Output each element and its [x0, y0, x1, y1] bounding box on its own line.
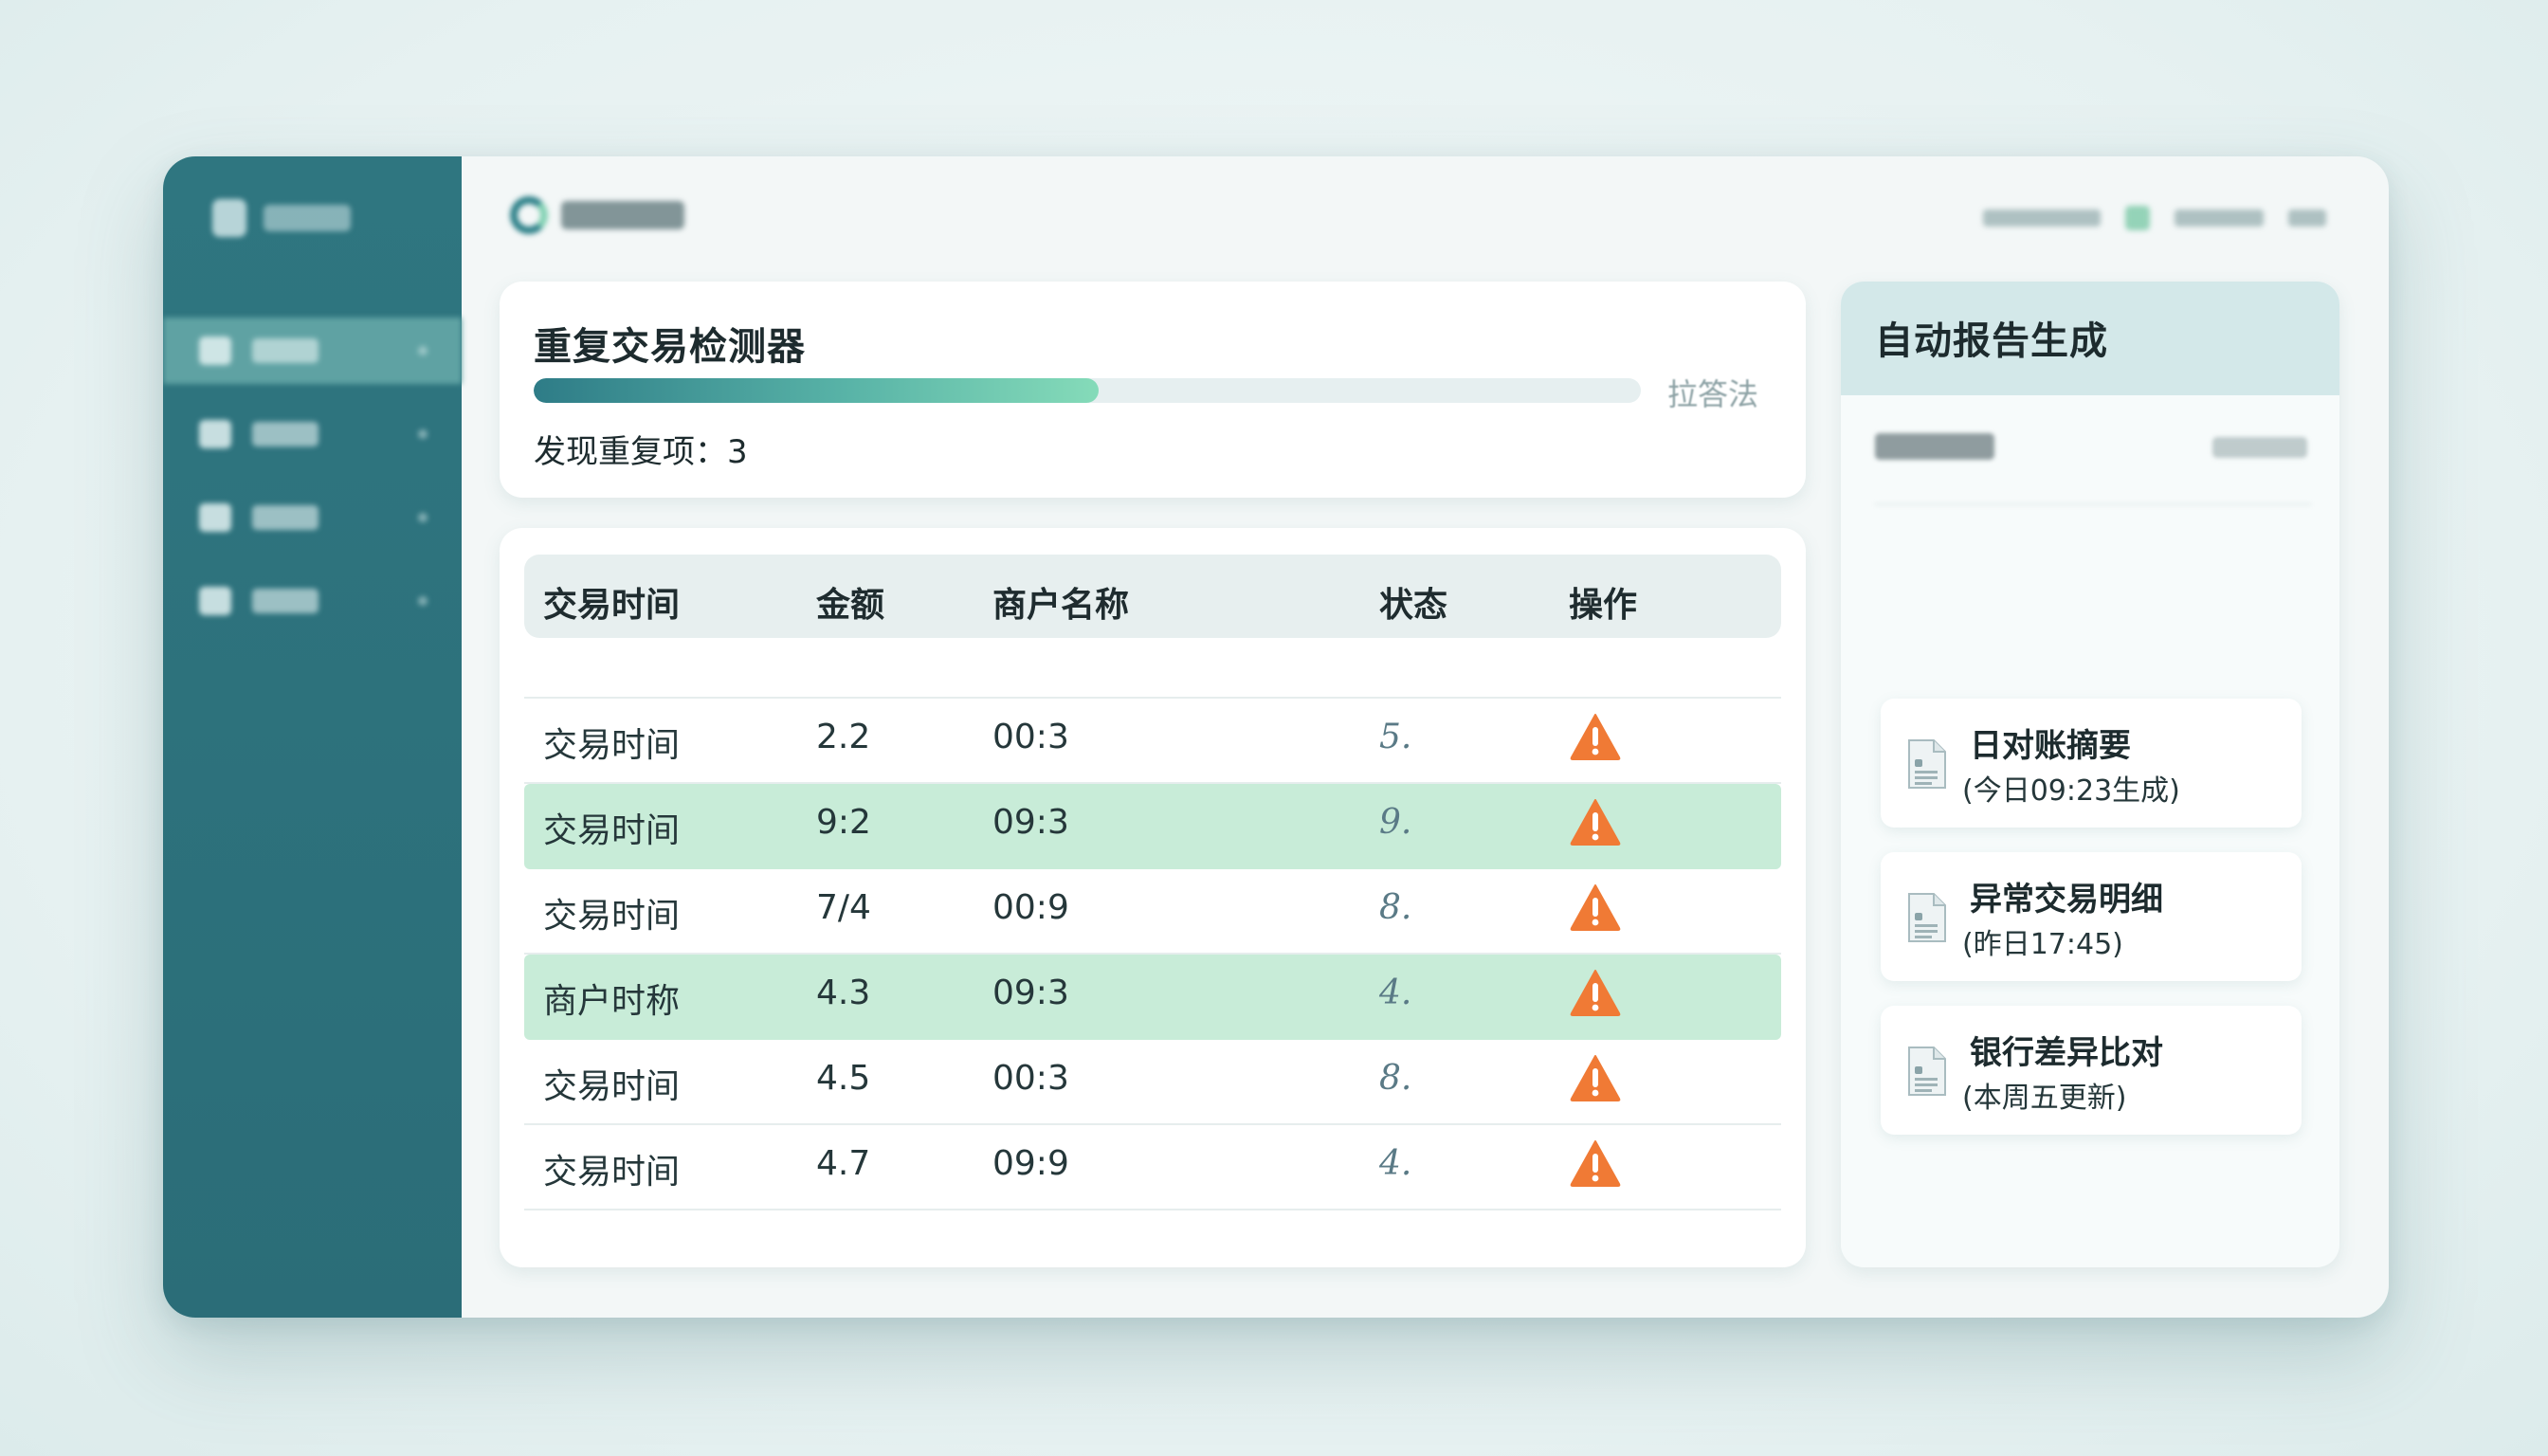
- column-header-time[interactable]: 交易时间: [543, 577, 680, 627]
- nav-icon: [199, 503, 231, 532]
- report-item[interactable]: 异常交易明细 (昨日17:45): [1881, 852, 2302, 981]
- document-icon: [1908, 1046, 1946, 1096]
- cell-merchant: 00:9: [992, 888, 1069, 927]
- cell-amount: 4.3: [816, 974, 871, 1012]
- weekly-summary-label-blurred: [1875, 433, 1994, 460]
- cell-status: 5.: [1379, 718, 1412, 756]
- cell-time: 交易时间: [543, 726, 681, 765]
- brand-name-blurred: [264, 205, 351, 231]
- brand-icon: [212, 199, 246, 237]
- report-panel-title: 自动报告生成: [1875, 319, 2108, 363]
- status-icon: [2125, 206, 2150, 230]
- report-name: 银行差异比对: [1970, 1034, 2163, 1072]
- table-row[interactable]: 交易时间 9:2 09:3 9.: [524, 784, 1781, 869]
- nav-icon: [199, 587, 231, 615]
- cell-time: 交易时间: [543, 1067, 681, 1106]
- cell-time: 商户时称: [543, 982, 681, 1021]
- table-row[interactable]: 交易时间 4.7 09:9 4.: [524, 1125, 1781, 1210]
- topbar-link-blurred[interactable]: [1983, 209, 2101, 227]
- document-icon: [1908, 739, 1946, 789]
- cell-merchant: 00:3: [992, 718, 1069, 756]
- cell-merchant: 09:9: [992, 1144, 1069, 1183]
- nav-icon: [199, 420, 231, 448]
- topbar-user-blurred[interactable]: [2288, 209, 2326, 227]
- chevron-icon: [418, 429, 428, 439]
- auto-report-panel: 自动报告生成 日对账摘要 (今日09:23生成) 异常交易明细 (昨日17:45) 银行…: [1841, 282, 2339, 1267]
- cell-amount: 2.2: [816, 718, 871, 756]
- sidebar-item-1[interactable]: [163, 318, 462, 384]
- table-row[interactable]: 交易时间 2.2 00:3 5.: [524, 697, 1781, 784]
- cell-time: 交易时间: [543, 1153, 681, 1192]
- cell-amount: 9:2: [816, 803, 871, 842]
- cell-merchant: 09:3: [992, 974, 1069, 1012]
- report-timestamp: (本周五更新): [1962, 1082, 2127, 1115]
- app-window: 重复交易检测器 拉答法 发现重复项：3 交易时间 金额 商户名称 状态 操作 交…: [163, 156, 2389, 1318]
- report-item[interactable]: 日对账摘要 (今日09:23生成): [1881, 699, 2302, 828]
- transactions-table-card: 交易时间 金额 商户名称 状态 操作 交易时间 2.2 00:3 5. 交易时间 9:2 0…: [500, 528, 1806, 1267]
- progress-label: 拉答法: [1667, 376, 1759, 412]
- report-timestamp: (昨日17:45): [1962, 928, 2123, 961]
- app-title-blurred: [561, 201, 684, 229]
- report-item[interactable]: 银行差异比对 (本周五更新): [1881, 1006, 2302, 1135]
- duplicates-found-count: 发现重复项：3: [534, 433, 748, 471]
- chevron-icon: [418, 346, 428, 355]
- app-logo: [510, 196, 684, 234]
- cell-merchant: 09:3: [992, 803, 1069, 842]
- warning-triangle-icon[interactable]: [1569, 883, 1622, 932]
- detector-title: 重复交易检测器: [534, 325, 806, 369]
- logo-icon: [510, 196, 548, 234]
- cell-merchant: 00:3: [992, 1059, 1069, 1098]
- cell-amount: 4.5: [816, 1059, 871, 1098]
- topbar-actions: [1983, 206, 2326, 230]
- duplicate-detector-card: 重复交易检测器 拉答法 发现重复项：3: [500, 282, 1806, 498]
- cell-time: 交易时间: [543, 897, 681, 936]
- scan-progress-bar: [534, 378, 1641, 403]
- column-header-status[interactable]: 状态: [1379, 577, 1447, 627]
- chevron-icon: [418, 596, 428, 606]
- document-icon: [1908, 893, 1946, 942]
- sidebar-nav: [163, 318, 462, 651]
- sidebar-item-4[interactable]: [163, 568, 462, 634]
- weekly-summary-row-blurred[interactable]: [1875, 418, 2311, 505]
- cell-amount: 4.7: [816, 1144, 871, 1183]
- nav-label-blurred: [252, 589, 318, 613]
- nav-label-blurred: [252, 422, 318, 446]
- cell-status: 9.: [1379, 803, 1412, 842]
- weekly-summary-action-blurred: [2212, 437, 2307, 458]
- cell-status: 8.: [1379, 1059, 1412, 1098]
- cell-status: 8.: [1379, 888, 1412, 927]
- nav-label-blurred: [252, 505, 318, 530]
- topbar-link-blurred[interactable]: [2175, 209, 2264, 227]
- table-header: 交易时间 金额 商户名称 状态 操作: [524, 555, 1781, 638]
- table-row[interactable]: 交易时间 4.5 00:3 8.: [524, 1040, 1781, 1125]
- scan-progress-fill: [534, 378, 1099, 403]
- column-header-action: 操作: [1569, 586, 1638, 625]
- sidebar-brand: [212, 194, 351, 242]
- sidebar-item-2[interactable]: [163, 401, 462, 467]
- nav-icon: [199, 337, 231, 365]
- table-body: 交易时间 2.2 00:3 5. 交易时间 9:2 09:3 9. 交易时间 7/4 00:9 8. 商…: [524, 697, 1781, 1210]
- cell-time: 交易时间: [543, 811, 681, 850]
- report-name: 日对账摘要: [1970, 727, 2131, 765]
- report-name: 异常交易明细: [1970, 881, 2163, 919]
- warning-triangle-icon[interactable]: [1569, 797, 1622, 846]
- column-header-merchant[interactable]: 商户名称: [992, 577, 1129, 627]
- column-header-amount[interactable]: 金额: [816, 577, 884, 627]
- nav-label-blurred: [252, 338, 318, 363]
- cell-amount: 7/4: [816, 888, 871, 927]
- sidebar-item-3[interactable]: [163, 484, 462, 551]
- cell-status: 4.: [1379, 974, 1412, 1012]
- warning-triangle-icon[interactable]: [1569, 968, 1622, 1017]
- warning-triangle-icon[interactable]: [1569, 712, 1622, 761]
- chevron-icon: [418, 513, 428, 522]
- report-timestamp: (今日09:23生成): [1962, 774, 2180, 808]
- table-row[interactable]: 商户时称 4.3 09:3 4.: [524, 955, 1781, 1040]
- cell-status: 4.: [1379, 1144, 1412, 1183]
- warning-triangle-icon[interactable]: [1569, 1138, 1622, 1188]
- table-row[interactable]: 交易时间 7/4 00:9 8.: [524, 869, 1781, 955]
- sidebar: [163, 156, 462, 1318]
- warning-triangle-icon[interactable]: [1569, 1053, 1622, 1102]
